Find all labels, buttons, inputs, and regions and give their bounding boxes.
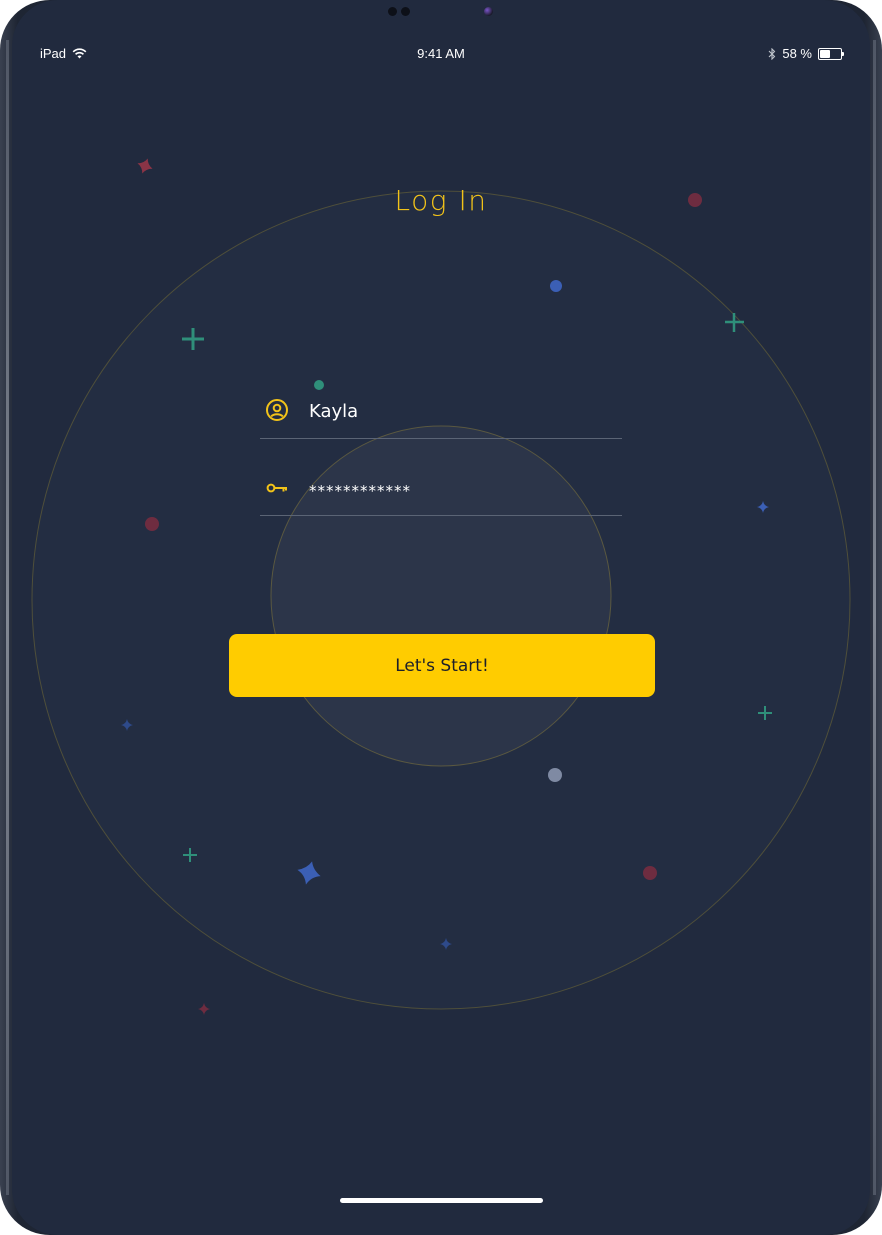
page-title: Log In (394, 184, 488, 217)
battery-fill (820, 49, 831, 58)
username-value[interactable]: Kayla (309, 401, 358, 422)
decor-dot-grey (548, 768, 562, 782)
username-field[interactable]: Kayla (260, 386, 622, 439)
status-time: 9:41 AM (417, 46, 465, 61)
decor-dot-red (145, 517, 159, 531)
decor-dot-red (643, 866, 657, 880)
start-button[interactable]: Let's Start! (229, 634, 655, 697)
key-icon (266, 483, 287, 493)
status-bar: iPad 9:41 AM 58 % (0, 44, 882, 64)
status-right: 58 % (768, 46, 844, 61)
battery-cap (842, 51, 844, 56)
decor-dot-blue (550, 280, 562, 292)
bluetooth-icon (768, 47, 776, 60)
battery-icon (818, 47, 844, 60)
camera-sensors (388, 7, 410, 16)
battery-percent: 58 % (782, 46, 812, 61)
decor-star-red (137, 158, 153, 174)
home-indicator[interactable] (340, 1198, 543, 1203)
password-value[interactable]: ************ (309, 482, 411, 500)
camera-lens (484, 7, 493, 16)
user-circle-icon (266, 399, 288, 421)
decor-star-red (198, 1003, 210, 1015)
password-field[interactable]: ************ (260, 463, 622, 516)
